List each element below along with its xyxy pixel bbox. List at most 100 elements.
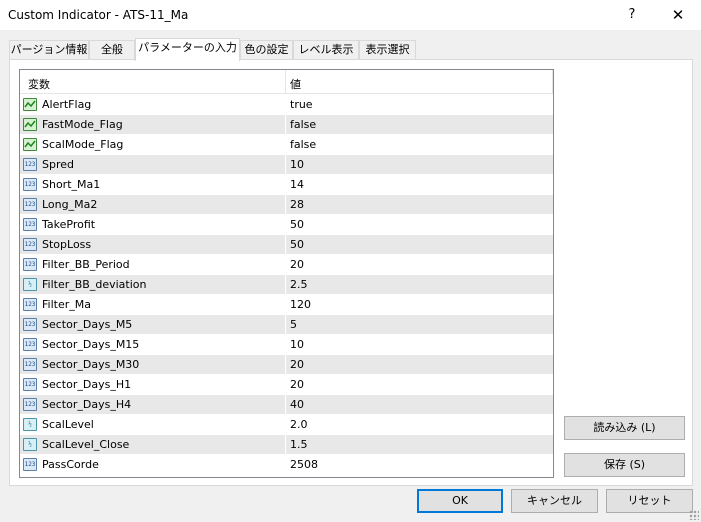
int-type-icon: 123: [23, 178, 37, 191]
param-name: Short_Ma1: [42, 178, 101, 191]
cell-divider: [285, 455, 286, 475]
param-name: PassCorde: [42, 458, 99, 471]
param-name: StopLoss: [42, 238, 92, 251]
table-row[interactable]: ½ Filter_BB_deviation 2.5: [20, 275, 553, 295]
table-row[interactable]: 123 Filter_BB_Period 20: [20, 255, 553, 275]
table-row[interactable]: ScalMode_Flag false: [20, 135, 553, 155]
table-row[interactable]: 123 Short_Ma1 14: [20, 175, 553, 195]
param-value[interactable]: 20: [290, 378, 304, 391]
param-value[interactable]: 2.0: [290, 418, 308, 431]
table-row[interactable]: 123 Filter_Ma 120: [20, 295, 553, 315]
param-value[interactable]: 50: [290, 238, 304, 251]
param-value[interactable]: 20: [290, 358, 304, 371]
table-row[interactable]: 123 Sector_Days_H4 40: [20, 395, 553, 415]
int-type-icon: 123: [23, 218, 37, 231]
cell-divider: [285, 235, 286, 255]
load-button[interactable]: 読み込み (L): [564, 416, 685, 440]
double-type-icon: ½: [23, 438, 37, 451]
table-row[interactable]: AlertFlag true: [20, 95, 553, 115]
table-row[interactable]: 123 Sector_Days_H1 20: [20, 375, 553, 395]
header-variable[interactable]: 変数: [28, 76, 50, 92]
ok-button[interactable]: OK: [417, 489, 503, 513]
tab-parameters[interactable]: パラメーターの入力: [135, 38, 240, 61]
cell-divider: [285, 335, 286, 355]
grid-rows: AlertFlag true FastMode_Flag false ScalMode_…: [20, 95, 553, 475]
param-name: Long_Ma2: [42, 198, 98, 211]
resize-grip-icon[interactable]: [689, 510, 699, 520]
param-name: Sector_Days_M5: [42, 318, 133, 331]
cancel-button[interactable]: キャンセル: [511, 489, 598, 513]
table-row[interactable]: FastMode_Flag false: [20, 115, 553, 135]
table-row[interactable]: 123 Long_Ma2 28: [20, 195, 553, 215]
cell-divider: [285, 255, 286, 275]
header-value[interactable]: 値: [290, 76, 301, 92]
cell-divider: [285, 175, 286, 195]
param-name: Filter_BB_Period: [42, 258, 130, 271]
tab-general[interactable]: 全般: [89, 40, 135, 60]
param-value[interactable]: 120: [290, 298, 311, 311]
cell-divider: [285, 415, 286, 435]
param-value[interactable]: 10: [290, 338, 304, 351]
cell-divider: [285, 195, 286, 215]
table-row[interactable]: 123 Sector_Days_M15 10: [20, 335, 553, 355]
tab-levels[interactable]: レベル表示: [293, 40, 359, 60]
param-value[interactable]: 1.5: [290, 438, 308, 451]
table-row[interactable]: 123 TakeProfit 50: [20, 215, 553, 235]
param-value[interactable]: 5: [290, 318, 297, 331]
column-divider[interactable]: [285, 70, 286, 94]
param-value[interactable]: 50: [290, 218, 304, 231]
tab-version-info[interactable]: パージョン情報: [9, 40, 89, 60]
window-title: Custom Indicator - ATS-11_Ma: [8, 8, 189, 22]
table-row[interactable]: 123 Sector_Days_M5 5: [20, 315, 553, 335]
table-row[interactable]: 123 Spred 10: [20, 155, 553, 175]
param-name: ScalLevel_Close: [42, 438, 130, 451]
param-name: FastMode_Flag: [42, 118, 123, 131]
param-value[interactable]: 2508: [290, 458, 318, 471]
param-value[interactable]: 40: [290, 398, 304, 411]
close-button[interactable]: ✕: [666, 4, 690, 26]
param-value[interactable]: false: [290, 118, 316, 131]
cell-divider: [285, 155, 286, 175]
cell-divider: [285, 355, 286, 375]
cell-divider: [285, 275, 286, 295]
double-type-icon: ½: [23, 418, 37, 431]
int-type-icon: 123: [23, 258, 37, 271]
param-name: Spred: [42, 158, 74, 171]
int-type-icon: 123: [23, 378, 37, 391]
int-type-icon: 123: [23, 398, 37, 411]
reset-button[interactable]: リセット: [606, 489, 693, 513]
table-row[interactable]: ½ ScalLevel 2.0: [20, 415, 553, 435]
param-value[interactable]: 10: [290, 158, 304, 171]
param-value[interactable]: 20: [290, 258, 304, 271]
title-bar: Custom Indicator - ATS-11_Ma ? ✕: [0, 0, 701, 30]
param-name: AlertFlag: [42, 98, 92, 111]
table-row[interactable]: ½ ScalLevel_Close 1.5: [20, 435, 553, 455]
table-row[interactable]: 123 PassCorde 2508: [20, 455, 553, 475]
column-divider-end: [552, 70, 553, 94]
cell-divider: [285, 395, 286, 415]
save-button[interactable]: 保存 (S): [564, 453, 685, 477]
cell-divider: [285, 375, 286, 395]
cell-divider: [285, 315, 286, 335]
param-name: Filter_BB_deviation: [42, 278, 147, 291]
cell-divider: [285, 295, 286, 315]
grid-header: 変数 値: [20, 70, 553, 94]
param-value[interactable]: 14: [290, 178, 304, 191]
param-value[interactable]: true: [290, 98, 313, 111]
int-type-icon: 123: [23, 238, 37, 251]
parameters-grid[interactable]: 変数 値 AlertFlag true FastMode_Flag false Scal…: [19, 69, 554, 478]
table-row[interactable]: 123 Sector_Days_M30 20: [20, 355, 553, 375]
cell-divider: [285, 135, 286, 155]
param-value[interactable]: 28: [290, 198, 304, 211]
param-name: ScalMode_Flag: [42, 138, 124, 151]
tab-visualization[interactable]: 表示選択: [359, 40, 416, 60]
int-type-icon: 123: [23, 338, 37, 351]
param-name: Sector_Days_M30: [42, 358, 140, 371]
table-row[interactable]: 123 StopLoss 50: [20, 235, 553, 255]
param-name: Filter_Ma: [42, 298, 91, 311]
param-value[interactable]: 2.5: [290, 278, 308, 291]
tab-colors[interactable]: 色の設定: [240, 40, 293, 60]
help-button[interactable]: ?: [620, 4, 644, 26]
param-value[interactable]: false: [290, 138, 316, 151]
double-type-icon: ½: [23, 278, 37, 291]
